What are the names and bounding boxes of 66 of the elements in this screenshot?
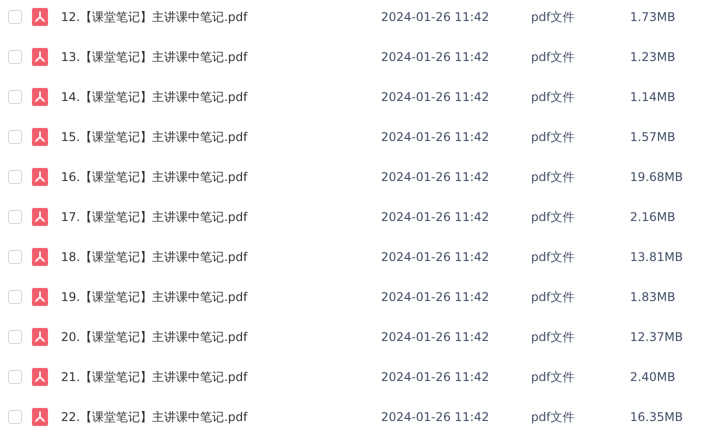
file-size: 13.81MB [630,249,683,266]
file-type: pdf文件 [531,209,576,226]
file-name[interactable]: 17.【课堂笔记】主讲课中笔记.pdf [61,208,381,226]
pdf-icon [32,368,48,386]
modified-date: 2024-01-26 11:42 [381,9,490,26]
checkbox[interactable] [8,130,22,144]
file-type: pdf文件 [531,249,576,266]
file-name[interactable]: 12.【课堂笔记】主讲课中笔记.pdf [61,8,381,26]
file-name[interactable]: 13.【课堂笔记】主讲课中笔记.pdf [61,48,381,66]
file-type: pdf文件 [531,49,576,66]
file-size: 1.57MB [630,129,676,146]
pdf-icon [32,128,48,146]
pdf-icon [32,328,48,346]
checkbox[interactable] [8,290,22,304]
file-size: 2.16MB [630,209,676,226]
file-type: pdf文件 [531,369,576,386]
file-name[interactable]: 22.【课堂笔记】主讲课中笔记.pdf [61,408,381,426]
file-type: pdf文件 [531,329,576,346]
pdf-icon [32,168,48,186]
checkbox[interactable] [8,170,22,184]
file-type: pdf文件 [531,289,576,306]
file-size: 19.68MB [630,169,683,186]
file-name[interactable]: 14.【课堂笔记】主讲课中笔记.pdf [61,88,381,106]
file-type: pdf文件 [531,9,576,26]
file-name[interactable]: 16.【课堂笔记】主讲课中笔记.pdf [61,168,381,186]
modified-date: 2024-01-26 11:42 [381,49,490,66]
file-size: 16.35MB [630,409,683,426]
pdf-icon [32,8,48,26]
file-name[interactable]: 18.【课堂笔记】主讲课中笔记.pdf [61,248,381,266]
checkbox[interactable] [8,370,22,384]
file-size: 1.23MB [630,49,676,66]
pdf-icon [32,208,48,226]
modified-date: 2024-01-26 11:42 [381,369,490,386]
checkbox[interactable] [8,90,22,104]
checkbox[interactable] [8,250,22,264]
modified-date: 2024-01-26 11:42 [381,169,490,186]
checkbox[interactable] [8,410,22,424]
checkbox[interactable] [8,330,22,344]
modified-date: 2024-01-26 11:42 [381,289,490,306]
file-name[interactable]: 15.【课堂笔记】主讲课中笔记.pdf [61,128,381,146]
modified-date: 2024-01-26 11:42 [381,409,490,426]
file-size: 2.40MB [630,369,676,386]
modified-date: 2024-01-26 11:42 [381,249,490,266]
file-name[interactable]: 21.【课堂笔记】主讲课中笔记.pdf [61,368,381,386]
modified-date: 2024-01-26 11:42 [381,329,490,346]
pdf-icon [32,408,48,426]
pdf-icon [32,88,48,106]
modified-date: 2024-01-26 11:42 [381,209,490,226]
file-type: pdf文件 [531,169,576,186]
file-type: pdf文件 [531,129,576,146]
file-size: 12.37MB [630,329,683,346]
file-size: 1.73MB [630,9,676,26]
pdf-icon [32,248,48,266]
checkbox[interactable] [8,210,22,224]
file-type: pdf文件 [531,89,576,106]
modified-date: 2024-01-26 11:42 [381,129,490,146]
checkbox[interactable] [8,10,22,24]
file-type: pdf文件 [531,409,576,426]
modified-date: 2024-01-26 11:42 [381,89,490,106]
file-size: 1.14MB [630,89,676,106]
pdf-icon [32,288,48,306]
file-size: 1.83MB [630,289,676,306]
file-name[interactable]: 19.【课堂笔记】主讲课中笔记.pdf [61,288,381,306]
pdf-icon [32,48,48,66]
file-name[interactable]: 20.【课堂笔记】主讲课中笔记.pdf [61,328,381,346]
checkbox[interactable] [8,50,22,64]
